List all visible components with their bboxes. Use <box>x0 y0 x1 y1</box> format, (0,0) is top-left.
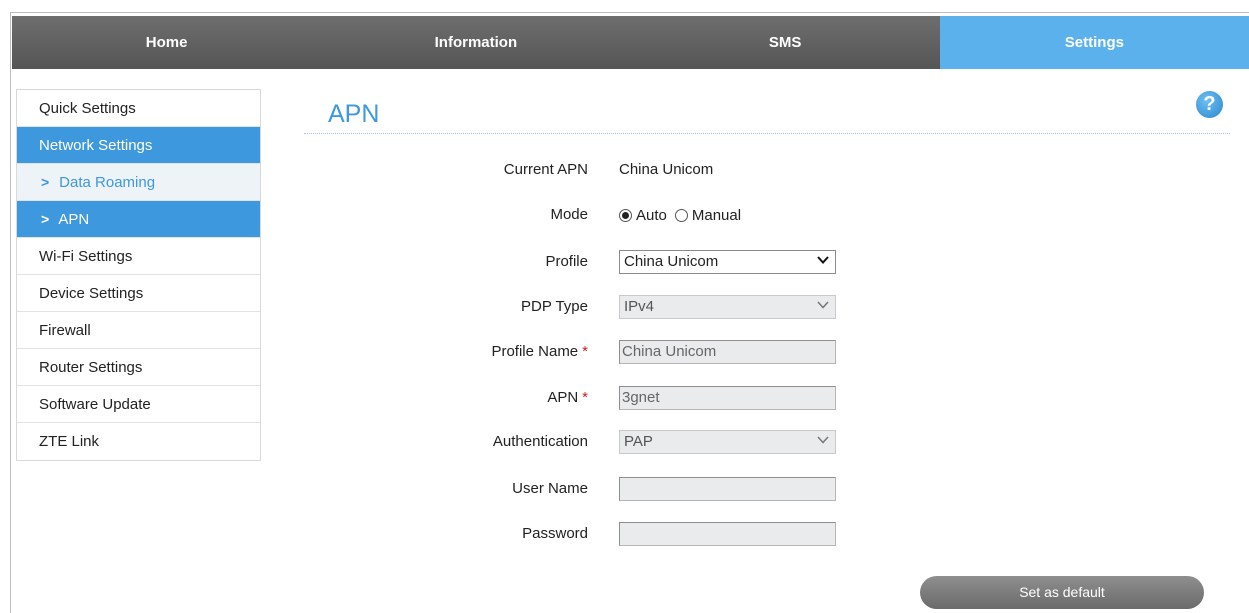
sidebar-item-apn[interactable]: > APN <box>17 201 260 238</box>
user-name-row: User Name <box>440 474 860 504</box>
chevron-right-icon: > <box>41 211 50 227</box>
sidebar-item-wifi-settings[interactable]: Wi-Fi Settings <box>17 238 260 275</box>
tab-settings[interactable]: Settings <box>939 16 1249 69</box>
profile-name-row: Profile Name * China Unicom <box>440 337 860 367</box>
radio-unselected-icon <box>674 208 688 222</box>
mode-auto-label: Auto <box>636 206 667 224</box>
sidebar-item-network-settings[interactable]: Network Settings <box>17 127 260 164</box>
tab-home[interactable]: Home <box>12 16 321 69</box>
sidebar-item-zte-link[interactable]: ZTE Link <box>17 423 260 460</box>
sidebar-item-software-update[interactable]: Software Update <box>17 386 260 423</box>
profile-label: Profile <box>545 253 588 270</box>
required-mark: * <box>582 343 588 360</box>
mode-manual-label: Manual <box>691 206 742 224</box>
pdp-type-row: PDP Type IPv4 <box>440 292 860 322</box>
current-apn-row: Current APN China Unicom <box>440 155 860 185</box>
radio-selected-icon <box>619 208 632 222</box>
sidebar-item-label: Data Roaming <box>59 174 156 191</box>
authentication-row: Authentication PAP <box>440 427 860 457</box>
required-mark: * <box>582 389 588 406</box>
mode-row: Mode Auto Manual <box>440 200 860 230</box>
profile-select[interactable]: China Unicom <box>619 250 836 274</box>
apn-input[interactable]: 3gnet <box>619 386 836 410</box>
mode-label: Mode <box>550 206 588 223</box>
authentication-label: Authentication <box>492 433 588 450</box>
apn-label: APN * <box>547 389 588 406</box>
chevron-right-icon: > <box>41 174 50 190</box>
chevron-down-icon <box>816 432 830 454</box>
password-label: Password <box>522 525 588 542</box>
mode-radio-group: Auto Manual <box>619 200 749 230</box>
password-input[interactable] <box>619 522 836 546</box>
sidebar-item-label: APN <box>58 211 90 228</box>
profile-select-value: China Unicom <box>624 253 719 270</box>
settings-sidebar: Quick Settings Network Settings > Data R… <box>16 89 261 461</box>
password-row: Password <box>440 519 860 549</box>
help-icon[interactable]: ? <box>1196 91 1223 118</box>
profile-name-label: Profile Name * <box>491 343 588 360</box>
title-divider <box>304 133 1230 134</box>
current-apn-value: China Unicom <box>619 161 714 178</box>
user-name-input[interactable] <box>619 477 836 501</box>
profile-name-input[interactable]: China Unicom <box>619 340 836 364</box>
page-title: APN <box>328 100 380 128</box>
sidebar-item-data-roaming[interactable]: > Data Roaming <box>17 164 260 201</box>
sidebar-item-device-settings[interactable]: Device Settings <box>17 275 260 312</box>
user-name-label: User Name <box>512 480 588 497</box>
pdp-type-select[interactable]: IPv4 <box>619 295 836 319</box>
mode-manual-radio[interactable]: Manual <box>674 206 742 224</box>
authentication-select[interactable]: PAP <box>619 430 836 454</box>
pdp-type-label: PDP Type <box>521 298 588 315</box>
tab-sms[interactable]: SMS <box>631 16 940 69</box>
tab-information[interactable]: Information <box>321 16 630 69</box>
mode-auto-radio[interactable]: Auto <box>619 207 667 224</box>
top-navigation: Home Information SMS Settings <box>12 16 1249 69</box>
pdp-type-select-value: IPv4 <box>624 298 655 315</box>
sidebar-item-router-settings[interactable]: Router Settings <box>17 349 260 386</box>
sidebar-item-firewall[interactable]: Firewall <box>17 312 260 349</box>
chevron-down-icon <box>816 252 830 274</box>
authentication-select-value: PAP <box>624 433 653 450</box>
profile-row: Profile China Unicom <box>440 247 860 277</box>
set-as-default-button[interactable]: Set as default <box>920 576 1204 609</box>
chevron-down-icon <box>816 297 830 319</box>
current-apn-label: Current APN <box>503 161 588 178</box>
apn-row: APN * 3gnet <box>440 383 860 413</box>
sidebar-item-quick-settings[interactable]: Quick Settings <box>17 90 260 127</box>
